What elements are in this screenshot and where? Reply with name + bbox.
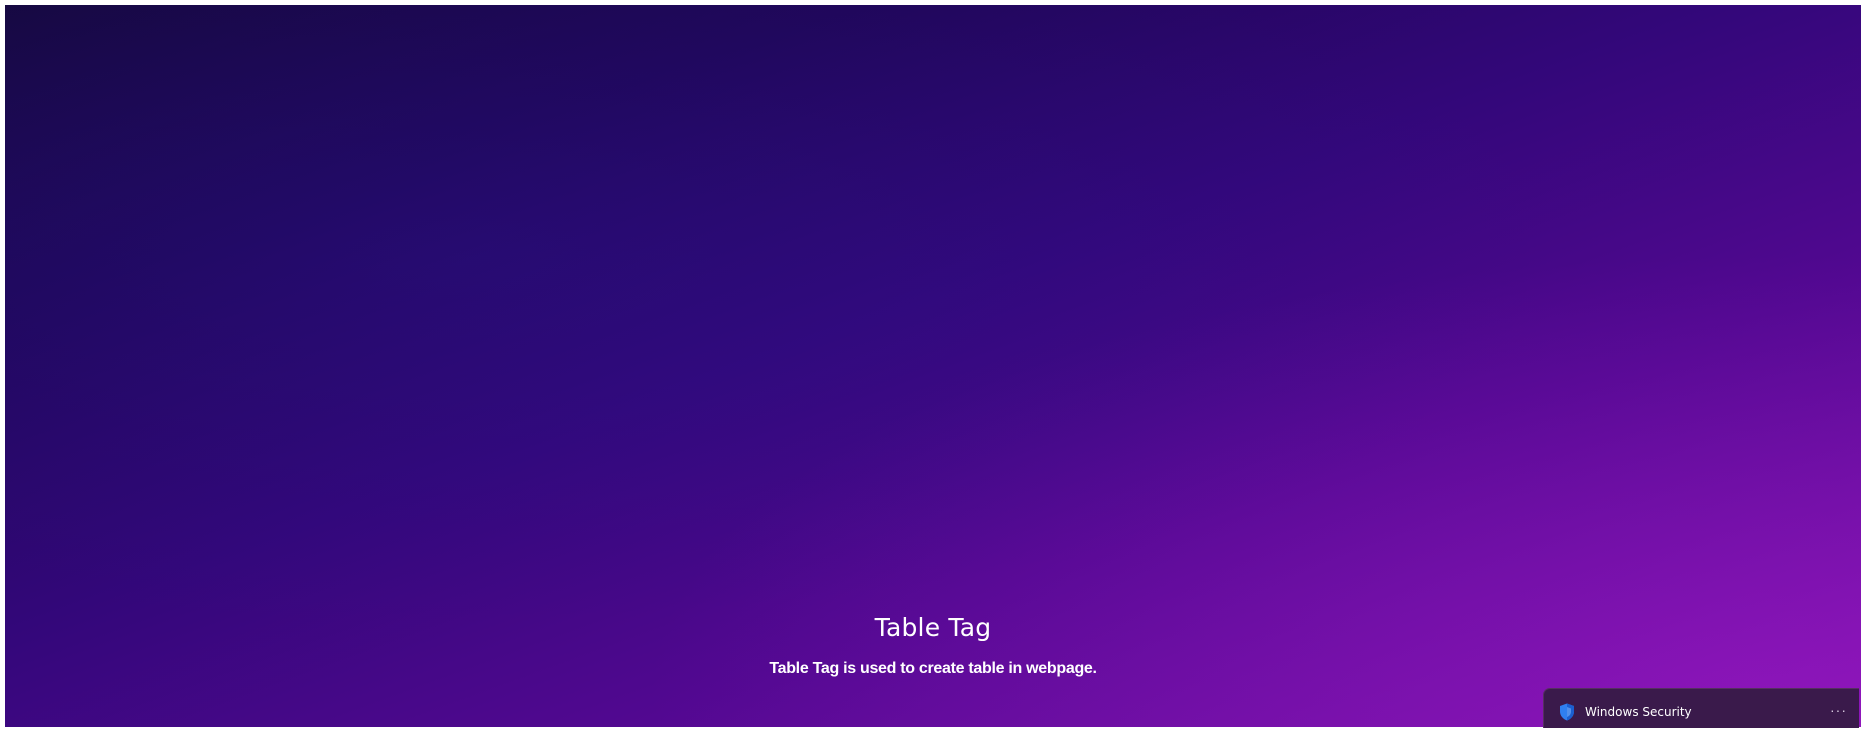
more-options-icon[interactable]: ··· [1830,702,1847,718]
hero-section: Table Tag Table Tag is used to create ta… [5,613,1861,678]
webpage-viewport: Table Tag Table Tag is used to create ta… [5,5,1861,727]
shield-icon [1559,703,1575,721]
hero-description: Table Tag is used to create table in web… [769,660,1097,677]
hero-title: Table Tag [874,613,992,642]
windows-security-notification[interactable]: Windows Security ··· [1543,688,1859,728]
notification-app-name: Windows Security [1585,704,1692,719]
